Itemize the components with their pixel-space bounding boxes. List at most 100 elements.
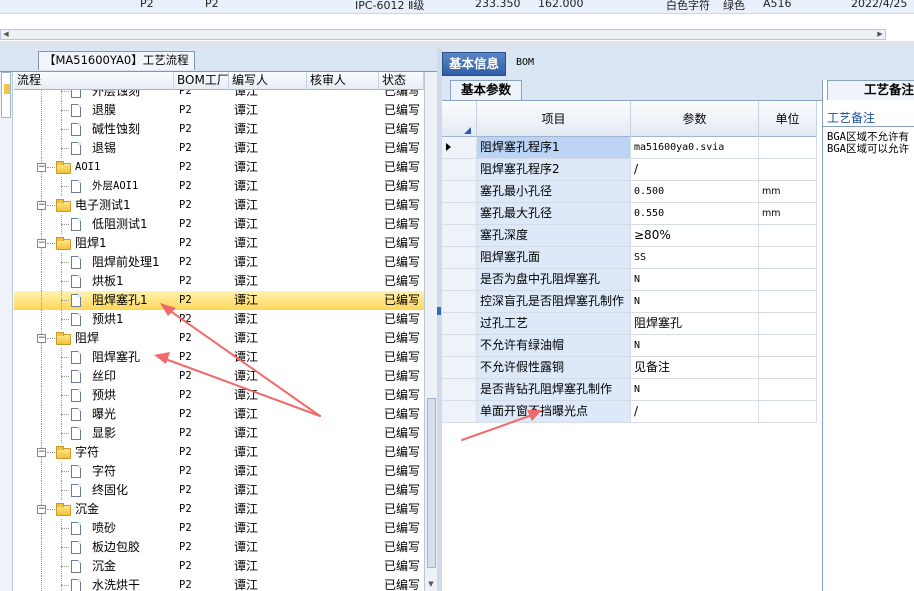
top-horizontal-scrollbar[interactable]: ◀ ▶ (0, 29, 886, 40)
param-row[interactable]: 塞孔最大孔径 0.550 mm (442, 203, 817, 225)
tree-row[interactable]: 预烘1 P2 谭江 已编写 (14, 310, 424, 329)
tree-row[interactable]: − 沉金 P2 谭江 已编写 (14, 500, 424, 519)
tree-row[interactable]: 板边包胶 P2 谭江 已编写 (14, 538, 424, 557)
param-row[interactable]: 是否为盘中孔阻焊塞孔 N (442, 269, 817, 291)
tab-bom[interactable]: BOM (510, 52, 540, 76)
param-row[interactable]: 不允许假性露铜 见备注 (442, 357, 817, 379)
subtab-basic-params[interactable]: 基本参数 (450, 80, 523, 100)
param-value[interactable]: / (631, 159, 759, 180)
splitter-grip-icon[interactable] (437, 307, 441, 315)
param-row[interactable]: 阻焊塞孔面 SS (442, 247, 817, 269)
tree-item-writer: 谭江 (234, 255, 259, 269)
top-cell-8: A516 (763, 0, 792, 10)
tree-row[interactable]: 阻焊前处理1 P2 谭江 已编写 (14, 253, 424, 272)
scroll-right-icon[interactable]: ▶ (875, 30, 885, 39)
param-value[interactable]: 见备注 (631, 357, 759, 378)
param-value[interactable]: SS (631, 247, 759, 268)
row-indicator[interactable] (442, 291, 477, 312)
param-row[interactable]: 不允许有绿油帽 N (442, 335, 817, 357)
tree-row[interactable]: 碱性蚀刻 P2 谭江 已编写 (14, 120, 424, 139)
col-writer[interactable]: 编写人 (229, 72, 307, 90)
row-indicator[interactable] (442, 137, 477, 158)
tree-row[interactable]: 丝印 P2 谭江 已编写 (14, 367, 424, 386)
col-status[interactable]: 状态 (379, 72, 424, 90)
tree-row[interactable]: − AOI1 P2 谭江 已编写 (14, 158, 424, 177)
collapse-icon[interactable]: − (37, 505, 46, 514)
param-value[interactable]: N (631, 269, 759, 290)
param-row[interactable]: 阻焊塞孔程序2/ (442, 159, 817, 181)
row-indicator[interactable] (442, 335, 477, 356)
col-flow[interactable]: 流程 (14, 72, 174, 90)
scroll-thumb[interactable] (427, 398, 436, 568)
param-value[interactable]: / (631, 401, 759, 422)
param-row[interactable]: 阻焊塞孔程序1 ma51600ya0.svia (442, 137, 817, 159)
tree-vertical-scrollbar[interactable]: ▼ (424, 72, 437, 591)
tree-row[interactable]: 终固化 P2 谭江 已编写 (14, 481, 424, 500)
param-value[interactable]: 0.550 (631, 203, 759, 224)
process-flow-title[interactable]: 【MA51600YA0】工艺流程 (38, 51, 195, 70)
row-indicator[interactable] (442, 313, 477, 334)
row-indicator[interactable] (442, 247, 477, 268)
tree-row[interactable]: 外层AOI1 P2 谭江 已编写 (14, 177, 424, 196)
tree-item-writer: 谭江 (234, 312, 259, 326)
tree-row[interactable]: 退锡 P2 谭江 已编写 (14, 139, 424, 158)
tree-row[interactable]: − 字符 P2 谭江 已编写 (14, 443, 424, 462)
process-remark-text[interactable]: BGA区域不允许有 BGA区域可以允许 (827, 131, 909, 155)
tree-row[interactable]: 喷砂 P2 谭江 已编写 (14, 519, 424, 538)
param-value[interactable]: N (631, 379, 759, 400)
panel-splitter-bar[interactable] (0, 41, 914, 49)
row-indicator[interactable] (442, 159, 477, 180)
tree-row[interactable]: − 阻焊1 P2 谭江 已编写 (14, 234, 424, 253)
col-param[interactable]: 参数 (631, 101, 759, 137)
tab-basic-info[interactable]: 基本信息 (442, 52, 507, 76)
tree-row[interactable]: 预烘 P2 谭江 已编写 (14, 386, 424, 405)
param-row[interactable]: 控深盲孔是否阻焊塞孔制作 N (442, 291, 817, 313)
row-indicator[interactable] (442, 203, 477, 224)
param-value[interactable]: N (631, 335, 759, 356)
col-item[interactable]: 项目 (477, 101, 631, 137)
col-bom[interactable]: BOM工厂 (174, 72, 229, 90)
row-indicator[interactable] (442, 379, 477, 400)
param-row[interactable]: 塞孔深度 ≥80% (442, 225, 817, 247)
collapse-icon[interactable]: − (37, 201, 46, 210)
tree-row[interactable]: 沉金 P2 谭江 已编写 (14, 557, 424, 576)
param-row[interactable]: 过孔工艺 阻焊塞孔 (442, 313, 817, 335)
tree-row[interactable]: 阻焊塞孔 P2 谭江 已编写 (14, 348, 424, 367)
param-row[interactable]: 单面开窗不挡曝光点 / (442, 401, 817, 423)
tree-row[interactable]: − 阻焊 P2 谭江 已编写 (14, 329, 424, 348)
col-reviewer[interactable]: 核审人 (307, 72, 379, 90)
tool-marker (4, 84, 10, 94)
row-indicator[interactable] (442, 225, 477, 246)
select-all-icon[interactable] (464, 127, 471, 134)
row-indicator[interactable] (442, 357, 477, 378)
tree-row[interactable]: − 电子测试1 P2 谭江 已编写 (14, 196, 424, 215)
tree-line (41, 576, 42, 591)
scroll-down-icon[interactable]: ▼ (425, 580, 437, 590)
param-value[interactable]: 阻焊塞孔 (631, 313, 759, 334)
tree-row[interactable]: 阻焊塞孔1 P2 谭江 已编写 (14, 291, 424, 310)
param-value[interactable]: ≥80% (631, 225, 759, 246)
collapse-icon[interactable]: − (37, 448, 46, 457)
row-indicator[interactable] (442, 181, 477, 202)
tree-row[interactable]: 显影 P2 谭江 已编写 (14, 424, 424, 443)
scroll-left-icon[interactable]: ◀ (1, 30, 11, 39)
param-value[interactable]: ma51600ya0.svia (631, 137, 759, 158)
row-indicator[interactable] (442, 269, 477, 290)
param-row[interactable]: 是否背钻孔阻焊塞孔制作 N (442, 379, 817, 401)
param-value[interactable]: 0.500 (631, 181, 759, 202)
tree-row[interactable]: 烘板1 P2 谭江 已编写 (14, 272, 424, 291)
tree-row[interactable]: 字符 P2 谭江 已编写 (14, 462, 424, 481)
param-row[interactable]: 塞孔最小孔径 0.500 mm (442, 181, 817, 203)
col-unit[interactable]: 单位 (759, 101, 817, 137)
row-indicator[interactable] (442, 401, 477, 422)
tree-row[interactable]: 外层蚀刻 P2 谭江 已编写 (14, 90, 424, 101)
tree-row[interactable]: 曝光 P2 谭江 已编写 (14, 405, 424, 424)
tree-row[interactable]: 低阻测试1 P2 谭江 已编写 (14, 215, 424, 234)
collapse-icon[interactable]: − (37, 239, 46, 248)
collapse-icon[interactable]: − (37, 163, 46, 172)
tree-row[interactable]: 退膜 P2 谭江 已编写 (14, 101, 424, 120)
tab-process-remark[interactable]: 工艺备注 (827, 80, 914, 100)
tree-row[interactable]: 水洗烘干 P2 谭江 已编写 (14, 576, 424, 591)
collapse-icon[interactable]: − (37, 334, 46, 343)
param-value[interactable]: N (631, 291, 759, 312)
